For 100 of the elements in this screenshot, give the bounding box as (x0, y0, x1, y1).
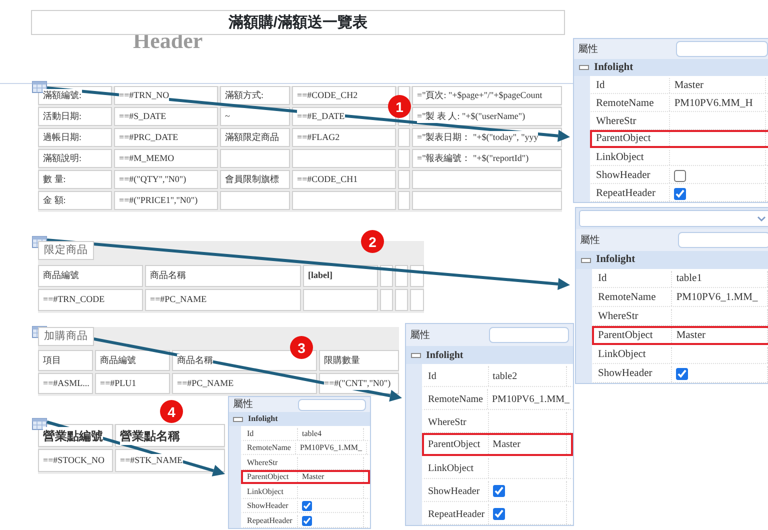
property-name: ParentObject (594, 328, 672, 343)
property-row[interactable]: ParentObject Master (592, 326, 768, 345)
property-row[interactable]: WhereStr (241, 455, 370, 470)
table-cell: ==#PRC_DATE (114, 128, 218, 147)
property-value: Master (302, 470, 324, 483)
property-row[interactable]: WhereStr (422, 410, 573, 433)
property-name: Id (243, 428, 298, 440)
table-cell: ==#("QTY","N0") (114, 170, 218, 189)
property-name: LinkObject (243, 486, 298, 498)
property-name: ShowHeader (594, 366, 672, 382)
property-row[interactable]: ParentObject Master (422, 433, 573, 456)
property-name: RemoteName (592, 96, 670, 111)
property-value: Master (674, 78, 704, 93)
property-name: ParentObject (243, 472, 298, 482)
property-row[interactable]: ShowHeader (590, 166, 768, 184)
table-cell: ="頁次: "+$page+"/"+$pageCount (412, 86, 562, 105)
property-name: WhereStr (594, 309, 672, 325)
property-name: LinkObject (424, 458, 489, 478)
table-cell: ==#M_MEMO (114, 149, 218, 168)
property-name: WhereStr (243, 457, 298, 468)
property-row[interactable]: RepeatHeader (241, 513, 370, 528)
table-cell: 過帳日期: (38, 128, 112, 147)
table-caption: 限定商品 (38, 241, 94, 260)
table-cell: 滿額說明: (38, 149, 112, 168)
property-name: RemoteName (424, 389, 488, 409)
table-cell: 限購數量 (319, 350, 399, 371)
property-row[interactable]: RepeatHeader (422, 502, 573, 525)
panel-title: 屬性 (580, 234, 600, 248)
property-name: LinkObject (592, 150, 670, 165)
property-row[interactable]: WhereStr (590, 112, 768, 130)
property-row[interactable]: LinkObject (592, 345, 768, 364)
table-cell: ==#FLAG2 (292, 128, 396, 147)
property-value: PM10PV6_1.MM_ (492, 392, 570, 406)
table-cell: ==#ASML... (38, 373, 93, 394)
table-cell: 活動日期: (38, 107, 112, 126)
property-name: ParentObject (592, 132, 670, 146)
property-name: RemoteName (594, 290, 672, 306)
property-value: table4 (302, 428, 322, 440)
property-row[interactable]: LinkObject (241, 484, 370, 498)
group-header[interactable]: Infolight (406, 346, 573, 364)
property-row[interactable]: RemoteName PM10PV6_1.MM_ (241, 440, 370, 455)
property-row[interactable]: RepeatHeader (590, 184, 768, 202)
table-cell: ==#TRN_CODE (38, 289, 143, 311)
report-title: 滿額購/滿額送一覽表 (31, 10, 565, 35)
group-label: Infolight (426, 348, 464, 362)
group-header[interactable]: Infolight (576, 251, 768, 269)
table-cell: [label] (303, 265, 378, 287)
property-row[interactable]: Id table4 (241, 426, 370, 440)
property-value: PM10PV6_1.MM_ (676, 291, 758, 306)
table-cell: 數 量: (38, 170, 112, 189)
table-cell: 商品編號 (95, 350, 170, 371)
property-row[interactable]: LinkObject (422, 456, 573, 479)
property-name: WhereStr (592, 114, 670, 129)
property-name: Id (592, 78, 670, 93)
group-label: Infolight (248, 413, 278, 425)
table-cell: ="製 表 人: "+$("userName") (412, 107, 562, 126)
table-cell: ~ (220, 107, 290, 126)
table-cell: ==#STK_NAME (115, 449, 225, 472)
table-cell: ==#("CNT","N0") (319, 373, 399, 394)
property-name: WhereStr (424, 412, 489, 432)
property-row[interactable]: RemoteName PM10PV6_1.MM_ (422, 387, 573, 410)
table-cell: 營業點名稱 (115, 424, 225, 447)
property-value: table1 (676, 272, 702, 286)
panel-title: 屬性 (410, 328, 430, 342)
property-row[interactable]: ParentObject (590, 130, 768, 148)
table-cell: 商品名稱 (145, 265, 301, 287)
table-cell: ==#CODE_CH2 (292, 86, 396, 105)
property-row[interactable]: WhereStr (592, 307, 768, 326)
property-row[interactable]: ShowHeader (592, 364, 768, 383)
table-cell: 會員限制旗標 (220, 170, 290, 189)
table-cell: 營業點編號 (38, 424, 113, 447)
property-row[interactable]: Id table1 (592, 269, 768, 288)
table-caption: 加購商品 (38, 327, 94, 346)
panel-title: 屬性 (233, 398, 253, 412)
table-cell: 項目 (38, 350, 93, 371)
property-name: Id (424, 366, 489, 386)
property-row[interactable]: ShowHeader (241, 498, 370, 513)
property-name: Id (594, 271, 672, 287)
property-name: ShowHeader (424, 481, 489, 501)
table-cell: 滿額限定商品 (220, 128, 290, 147)
property-row[interactable]: RemoteName PM10PV6.MM_H (590, 94, 768, 112)
table-cell: 滿額方式: (220, 86, 290, 105)
table-cell: ==#PC_NAME (172, 373, 317, 394)
property-row[interactable]: Id Master (590, 76, 768, 94)
property-row[interactable]: RemoteName PM10PV6_1.MM_ (592, 288, 768, 307)
property-row[interactable]: Id table2 (422, 364, 573, 387)
property-name: LinkObject (594, 347, 672, 363)
table-cell: 金 額: (38, 191, 112, 210)
group-header[interactable]: Infolight (574, 59, 768, 76)
property-row[interactable]: LinkObject (590, 148, 768, 166)
table-cell: ==#STOCK_NO (38, 449, 113, 472)
table-cell: ==#TRN_NO (114, 86, 218, 105)
property-name: RepeatHeader (424, 504, 489, 524)
callout-number: 2 (361, 230, 384, 253)
table-cell: ==#PC_NAME (145, 289, 301, 311)
property-row[interactable]: ShowHeader (422, 479, 573, 502)
property-row[interactable]: ParentObject Master (241, 470, 370, 484)
table-cell: ="製表日期： "+$("today", "yyy (412, 128, 562, 147)
property-value: table2 (492, 370, 518, 384)
group-header[interactable]: Infolight (229, 412, 370, 426)
